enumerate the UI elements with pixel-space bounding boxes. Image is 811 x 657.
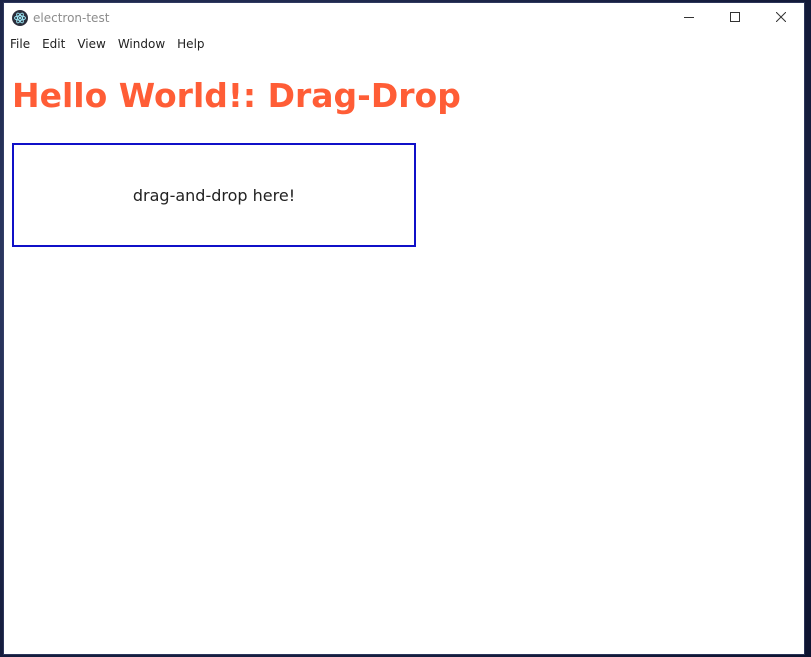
maximize-icon: [730, 9, 740, 27]
menu-help[interactable]: Help: [171, 34, 210, 54]
title-bar[interactable]: electron-test: [4, 3, 804, 32]
menu-window[interactable]: Window: [112, 34, 171, 54]
drop-zone[interactable]: drag-and-drop here!: [12, 143, 416, 247]
menu-bar: File Edit View Window Help: [4, 32, 804, 56]
minimize-button[interactable]: [666, 3, 712, 32]
minimize-icon: [684, 9, 694, 27]
window-title: electron-test: [33, 10, 110, 25]
menu-file[interactable]: File: [4, 34, 36, 54]
menu-edit[interactable]: Edit: [36, 34, 71, 54]
close-button[interactable]: [758, 3, 804, 32]
electron-icon: [12, 9, 28, 26]
window-controls: [666, 3, 804, 32]
maximize-button[interactable]: [712, 3, 758, 32]
app-window: electron-test File Edit View Window Help…: [4, 3, 804, 654]
menu-view[interactable]: View: [71, 34, 111, 54]
close-icon: [775, 9, 787, 27]
page-title: Hello World!: Drag-Drop: [12, 76, 461, 115]
page-content: Hello World!: Drag-Drop drag-and-drop he…: [4, 56, 804, 247]
drop-zone-label: drag-and-drop here!: [132, 185, 296, 205]
